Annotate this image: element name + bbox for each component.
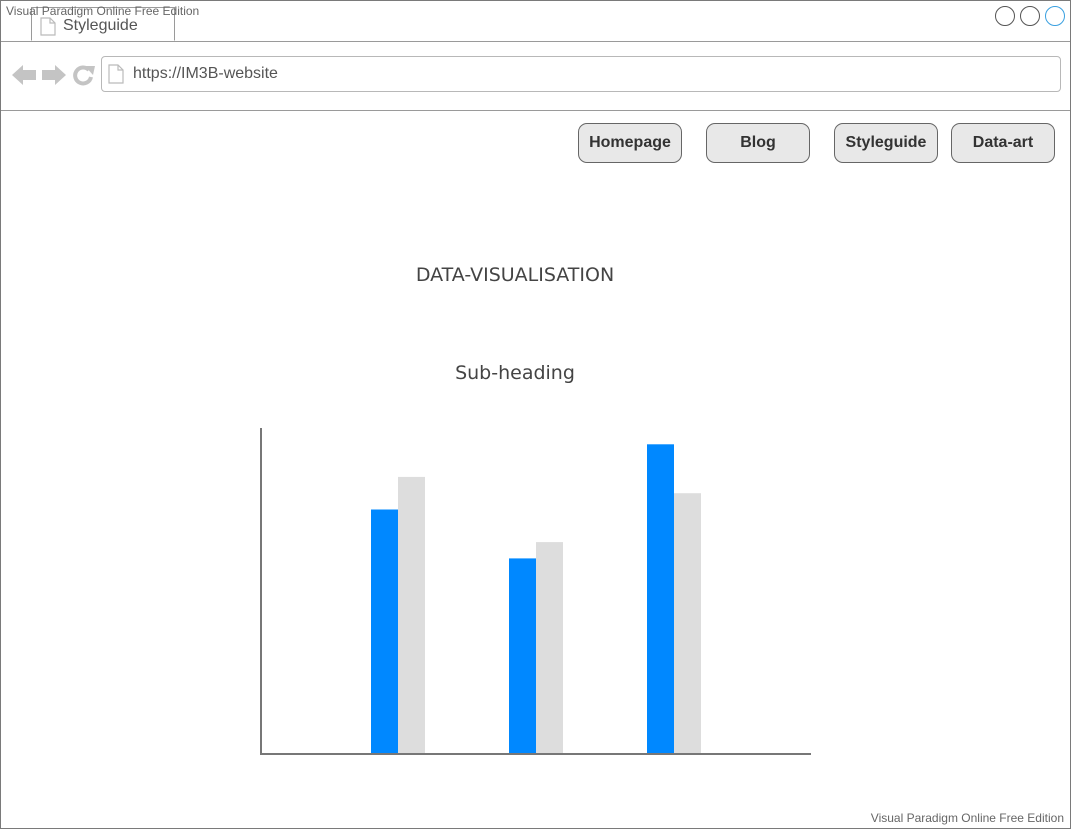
back-arrow-icon[interactable] xyxy=(11,64,37,86)
url-field[interactable]: https://IM3B-website xyxy=(101,56,1061,92)
url-text: https://IM3B-website xyxy=(133,65,278,82)
page-subtitle: Sub-heading xyxy=(455,362,575,384)
document-icon xyxy=(40,17,56,36)
nav-button-styleguide[interactable]: Styleguide xyxy=(834,123,938,163)
bar-series-2-group-3 xyxy=(674,493,701,754)
watermark-bottom: Visual Paradigm Online Free Edition xyxy=(870,811,1064,825)
nav-button-data-art[interactable]: Data-art xyxy=(951,123,1055,163)
reload-icon[interactable] xyxy=(72,64,96,86)
address-bar: https://IM3B-website xyxy=(1,42,1070,111)
window-control-circle[interactable] xyxy=(1045,6,1065,26)
bar-series-2-group-1 xyxy=(398,476,425,754)
watermark-top: Visual Paradigm Online Free Edition xyxy=(6,4,200,18)
window-control-circle[interactable] xyxy=(1020,6,1040,26)
browser-window: Styleguide https://IM3B-website Homepage… xyxy=(0,0,1071,829)
nav-button-homepage[interactable]: Homepage xyxy=(578,123,682,163)
window-control-circle[interactable] xyxy=(995,6,1015,26)
bar-series-1-group-1 xyxy=(371,509,398,754)
bar-series-2-group-2 xyxy=(536,542,563,754)
document-icon xyxy=(108,64,124,84)
nav-button-blog[interactable]: Blog xyxy=(706,123,810,163)
bar-series-1-group-2 xyxy=(509,558,536,754)
bar-chart xyxy=(260,428,811,755)
forward-arrow-icon[interactable] xyxy=(41,64,67,86)
tab-label: Styleguide xyxy=(63,17,138,34)
page-title: DATA-VISUALISATION xyxy=(415,264,615,286)
bar-series-1-group-3 xyxy=(647,444,674,754)
